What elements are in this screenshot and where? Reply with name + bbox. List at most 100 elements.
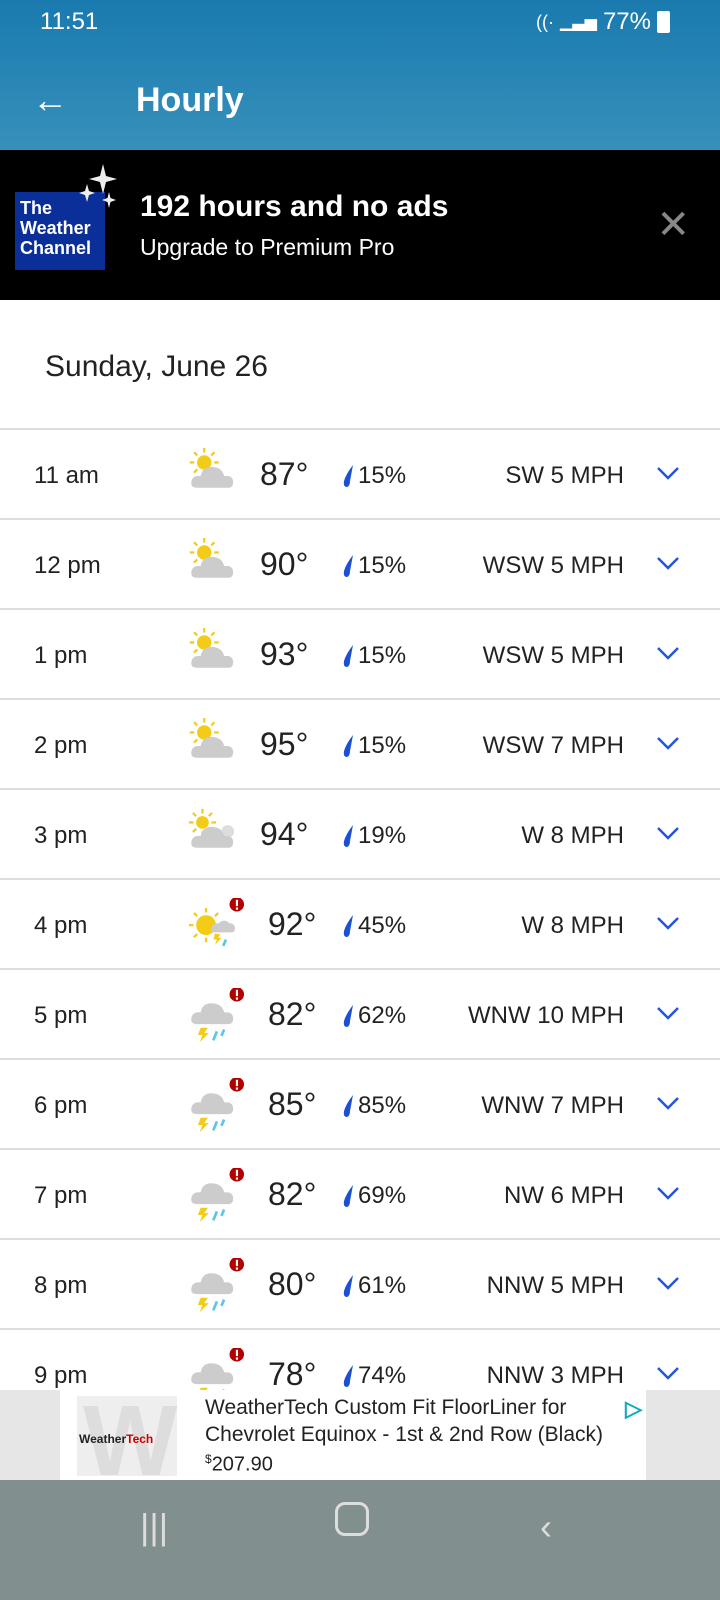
- raindrop-icon: [343, 915, 353, 937]
- thunderstorm-icon: [191, 1168, 244, 1223]
- raindrop-icon: [343, 1185, 353, 1207]
- chevron-down-icon[interactable]: [656, 1364, 680, 1382]
- chevron-down-icon[interactable]: [656, 824, 680, 842]
- thunderstorm-icon: [191, 1078, 244, 1133]
- thunderstorm-icon: [191, 988, 244, 1043]
- hour-time: 7 pm: [34, 1182, 88, 1209]
- precip-chance: 61%: [358, 1272, 407, 1299]
- home-button[interactable]: [335, 1502, 369, 1536]
- raindrop-icon: [343, 1095, 353, 1117]
- wind: NW 6 MPH: [504, 1182, 624, 1209]
- wind: NNW 3 MPH: [486, 1362, 624, 1389]
- temperature: 92°: [268, 906, 317, 942]
- battery-icon: [657, 11, 670, 33]
- hour-time: 9 pm: [34, 1362, 88, 1389]
- hour-time: 3 pm: [34, 822, 88, 849]
- chevron-down-icon[interactable]: [656, 644, 680, 662]
- partly-sunny-icon: [189, 718, 234, 758]
- hour-row[interactable]: 7 pm 82° 69% NW 6 MPH: [0, 1150, 720, 1240]
- chevron-down-icon[interactable]: [656, 734, 680, 752]
- hour-time: 4 pm: [34, 912, 88, 939]
- wind: WSW 5 MPH: [482, 552, 624, 579]
- raindrop-icon: [343, 555, 353, 577]
- recent-apps-button[interactable]: |||: [140, 1506, 168, 1548]
- precip-chance: 19%: [358, 822, 407, 849]
- temperature: 87°: [260, 456, 309, 492]
- wind: W 8 MPH: [521, 912, 624, 939]
- hour-row[interactable]: 6 pm 85° 85% WNW 7 MPH: [0, 1060, 720, 1150]
- wind: WNW 7 MPH: [481, 1092, 624, 1119]
- mostly-cloudy-sun-icon: [188, 808, 235, 848]
- raindrop-icon: [343, 825, 353, 847]
- partly-sunny-icon: [189, 628, 234, 668]
- hour-time: 6 pm: [34, 1092, 88, 1119]
- precip-chance: 15%: [358, 462, 407, 489]
- temperature: 80°: [268, 1266, 317, 1302]
- chevron-down-icon[interactable]: [656, 554, 680, 572]
- page-title: Hourly: [136, 80, 244, 119]
- raindrop-icon: [343, 1005, 353, 1027]
- temperature: 82°: [268, 1176, 317, 1212]
- chevron-down-icon[interactable]: [656, 1184, 680, 1202]
- hour-time: 5 pm: [34, 1002, 88, 1029]
- chevron-down-icon[interactable]: [656, 1094, 680, 1112]
- sparkle-icon: [79, 164, 117, 208]
- status-bar: 11:51 ((· ▁▃▅ 77%: [40, 8, 670, 36]
- premium-promo-banner[interactable]: The Weather Channel 192 hours and no ads U…: [0, 150, 720, 300]
- chevron-down-icon[interactable]: [656, 1004, 680, 1022]
- precip-chance: 15%: [358, 732, 407, 759]
- hour-time: 1 pm: [34, 642, 88, 669]
- weather-channel-logo: The Weather Channel: [15, 164, 117, 270]
- hour-row[interactable]: 12 pm 90° 15% WSW 5 MPH: [0, 520, 720, 610]
- system-nav-bar: ||| ‹: [0, 1480, 720, 1600]
- thunderstorm-icon: [191, 1258, 244, 1313]
- hour-row[interactable]: 5 pm 82° 62% WNW 10 MPH: [0, 970, 720, 1060]
- wifi-icon: ((·: [536, 11, 555, 32]
- hour-row[interactable]: 11 am 87° 15% SW 5 MPH: [0, 430, 720, 520]
- wind: SW 5 MPH: [505, 462, 624, 489]
- precip-chance: 15%: [358, 552, 407, 579]
- sun-thunderstorm-icon: [188, 898, 244, 947]
- hourly-list: 11 am 87° 15% SW 5 MPH 12 pm 90° 15% WSW…: [0, 428, 720, 1420]
- ad-title[interactable]: WeatherTech Custom Fit FloorLiner for Ch…: [205, 1394, 646, 1448]
- close-icon[interactable]: ✕: [656, 202, 690, 248]
- hour-time: 11 am: [34, 462, 99, 489]
- adchoices-icon[interactable]: ▷: [625, 1396, 642, 1422]
- hour-row[interactable]: 4 pm 92° 45% W 8 MPH: [0, 880, 720, 970]
- clock: 11:51: [40, 8, 99, 35]
- date-header: Sunday, June 26: [45, 350, 268, 383]
- hour-time: 8 pm: [34, 1272, 88, 1299]
- wind: WSW 5 MPH: [482, 642, 624, 669]
- chevron-down-icon[interactable]: [656, 1274, 680, 1292]
- wind: WNW 10 MPH: [468, 1002, 624, 1029]
- back-button[interactable]: ‹: [540, 1506, 552, 1548]
- header: 11:51 ((· ▁▃▅ 77% ← Hourly: [0, 0, 720, 150]
- temperature: 82°: [268, 996, 317, 1032]
- hour-time: 12 pm: [34, 552, 101, 579]
- partly-sunny-icon: [189, 448, 234, 488]
- ad-price: $207.90: [205, 1452, 273, 1476]
- hour-time: 2 pm: [34, 732, 88, 759]
- ad-image[interactable]: W WeatherTech: [77, 1396, 177, 1476]
- hour-row[interactable]: 1 pm 93° 15% WSW 5 MPH: [0, 610, 720, 700]
- ad-banner[interactable]: W WeatherTech WeatherTech Custom Fit Floo…: [0, 1390, 720, 1480]
- raindrop-icon: [343, 1275, 353, 1297]
- precip-chance: 85%: [358, 1092, 407, 1119]
- raindrop-icon: [343, 645, 353, 667]
- raindrop-icon: [343, 1365, 353, 1387]
- hour-row[interactable]: 3 pm 94° 19% W 8 MPH: [0, 790, 720, 880]
- temperature: 95°: [260, 726, 309, 762]
- raindrop-icon: [343, 735, 353, 757]
- back-arrow-icon[interactable]: ←: [32, 79, 92, 121]
- hour-row[interactable]: 2 pm 95° 15% WSW 7 MPH: [0, 700, 720, 790]
- chevron-down-icon[interactable]: [656, 914, 680, 932]
- wind: NNW 5 MPH: [486, 1272, 624, 1299]
- precip-chance: 69%: [358, 1182, 407, 1209]
- chevron-down-icon[interactable]: [656, 464, 680, 482]
- wind: W 8 MPH: [521, 822, 624, 849]
- precip-chance: 45%: [358, 912, 407, 939]
- temperature: 85°: [268, 1086, 317, 1122]
- signal-icon: ▁▃▅: [560, 14, 597, 31]
- hour-row[interactable]: 8 pm 80° 61% NNW 5 MPH: [0, 1240, 720, 1330]
- precip-chance: 62%: [358, 1002, 407, 1029]
